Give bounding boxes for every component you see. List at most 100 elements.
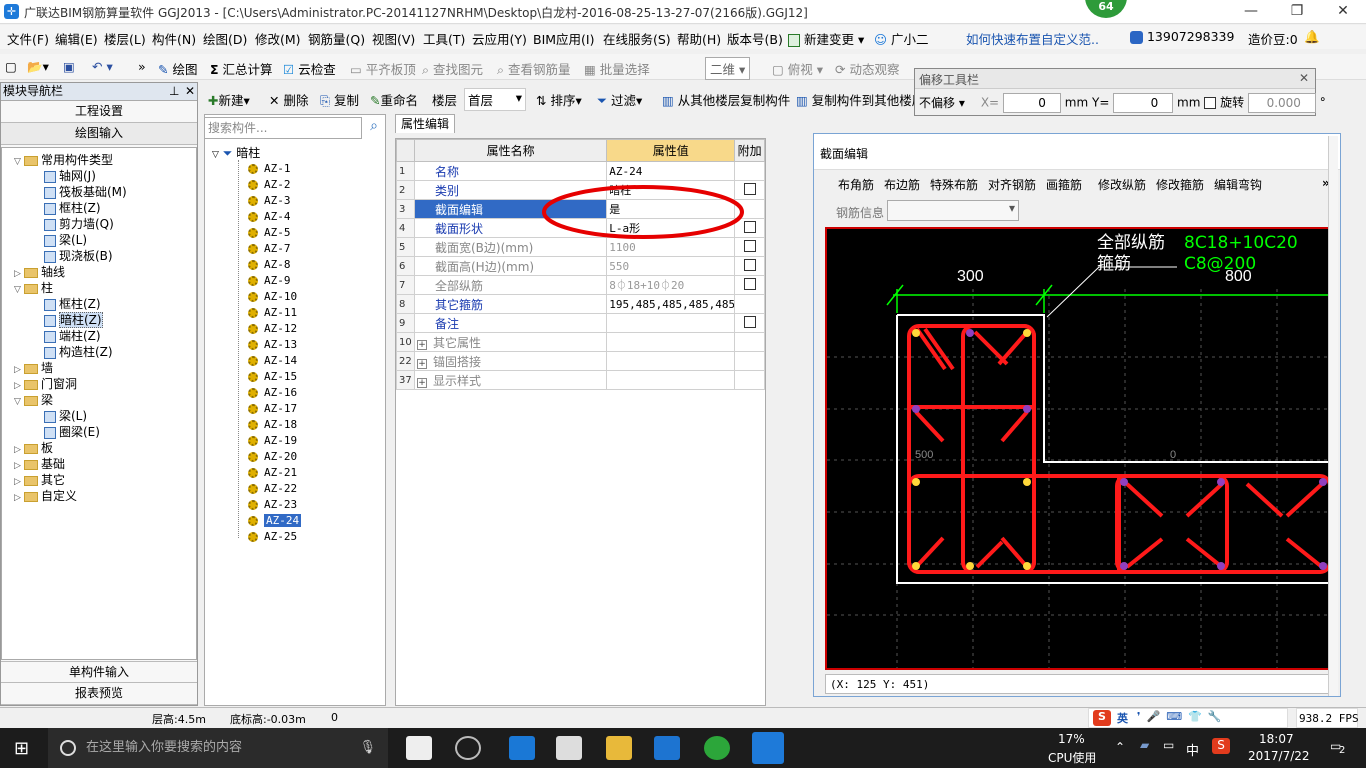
- property-value[interactable]: 550: [606, 256, 736, 276]
- ime-toolbar[interactable]: S 英 ❜🎤⌨👕🔧: [1088, 708, 1288, 728]
- view-2d-select[interactable]: 二维 ▾: [705, 57, 751, 80]
- help-link[interactable]: 如何快速布置自定义范..: [966, 29, 1099, 48]
- section-drawing[interactable]: 300 800 500 0 全部纵筋 8C18+10C20 箍筋 C8@200: [827, 229, 1332, 668]
- property-row[interactable]: 22 + 锚固搭接: [396, 351, 765, 371]
- draw-stirrup-button[interactable]: 画箍筋: [1046, 176, 1082, 193]
- undo-icon[interactable]: ↶ ▾: [92, 59, 113, 74]
- minimize-button[interactable]: —: [1228, 0, 1274, 24]
- component-item[interactable]: AZ-18: [248, 417, 297, 432]
- menu-bim[interactable]: BIM应用(I): [533, 29, 595, 48]
- property-row[interactable]: 37 + 显示样式: [396, 370, 765, 390]
- tree-item[interactable]: 暗柱(Z): [44, 312, 103, 328]
- tree-item[interactable]: ▷ 其它: [14, 472, 65, 488]
- menu-rebar-qty[interactable]: 钢筋量(Q): [308, 29, 365, 48]
- offset-close-icon[interactable]: ✕: [1299, 71, 1309, 85]
- component-item[interactable]: AZ-21: [248, 465, 297, 480]
- modify-stirrup-button[interactable]: 修改箍筋: [1156, 176, 1204, 193]
- expand-plus-icon[interactable]: +: [416, 377, 427, 388]
- level-slab-button[interactable]: ▭ 平齐板顶: [350, 59, 416, 78]
- rename-button[interactable]: ✎重命名: [370, 90, 418, 109]
- component-item[interactable]: AZ-13: [248, 337, 297, 352]
- offset-mode-select[interactable]: 不偏移 ▾: [919, 94, 977, 111]
- open-folder-icon[interactable]: 📂▾: [27, 59, 49, 75]
- new-file-icon[interactable]: ▢: [5, 59, 17, 74]
- tree-item[interactable]: 框柱(Z): [44, 296, 101, 312]
- tree-item[interactable]: 筏板基础(M): [44, 184, 127, 200]
- edge-rebar-button[interactable]: 布边筋: [884, 176, 920, 193]
- menu-draw[interactable]: 绘图(D): [203, 29, 247, 48]
- extra-checkbox[interactable]: [743, 239, 756, 252]
- top-view-button[interactable]: ▢ 俯视 ▾: [772, 59, 823, 78]
- green-app-icon[interactable]: [704, 736, 730, 760]
- tree-item[interactable]: ▽ 常用构件类型: [14, 152, 113, 168]
- tree-item[interactable]: ▷ 板: [14, 440, 53, 456]
- tree-item[interactable]: 构造柱(Z): [44, 344, 113, 360]
- copy-to-floor-button[interactable]: ▥ 复制构件到其他楼层: [796, 90, 924, 109]
- new-component-button[interactable]: ✚新建▾: [208, 90, 250, 109]
- menu-cloud[interactable]: 云应用(Y): [472, 29, 527, 48]
- rotate-input[interactable]: 0.000: [1247, 93, 1316, 113]
- view-rebar-button[interactable]: ⌕ 查看钢筋量: [497, 59, 571, 78]
- component-search-input[interactable]: 搜索构件...: [204, 117, 362, 139]
- component-item[interactable]: AZ-5: [248, 225, 291, 240]
- collapse-icon[interactable]: ▽: [14, 394, 24, 410]
- report-preview-button[interactable]: 报表预览: [1, 683, 197, 705]
- guangxiaoer-button[interactable]: ☺ 广小二: [874, 29, 929, 48]
- menu-floor[interactable]: 楼层(L): [104, 29, 146, 48]
- summary-calc-button[interactable]: Σ 汇总计算: [210, 59, 273, 78]
- section-canvas[interactable]: 300 800 500 0 全部纵筋 8C18+10C20 箍筋 C8@200: [825, 227, 1332, 670]
- expand-plus-icon[interactable]: +: [416, 339, 427, 350]
- tray-up-icon[interactable]: ⌃: [1115, 740, 1125, 754]
- menu-file[interactable]: 文件(F): [7, 29, 49, 48]
- property-row[interactable]: 10 + 其它属性: [396, 332, 765, 352]
- special-rebar-button[interactable]: 特殊布筋: [930, 176, 978, 193]
- property-row[interactable]: 8 其它箍筋 195,485,485,485,485,: [396, 294, 765, 314]
- menu-tools[interactable]: 工具(T): [423, 29, 465, 48]
- windows-start-icon[interactable]: ⊞: [14, 738, 29, 759]
- property-row[interactable]: 7 全部纵筋 8⏀18+10⏀20: [396, 275, 765, 295]
- copy-from-floor-button[interactable]: ▥ 从其他楼层复制构件: [662, 90, 790, 109]
- component-item[interactable]: AZ-23: [248, 497, 297, 512]
- menu-component[interactable]: 构件(N): [152, 29, 196, 48]
- component-item[interactable]: AZ-4: [248, 209, 291, 224]
- ggj-app-icon[interactable]: [752, 732, 784, 764]
- find-element-button[interactable]: ⌕ 查找图元: [422, 59, 483, 78]
- project-settings-button[interactable]: 工程设置: [1, 101, 197, 123]
- component-item[interactable]: AZ-25: [248, 529, 297, 544]
- collapse-icon[interactable]: ▽: [14, 154, 24, 170]
- corner-rebar-button[interactable]: 布角筋: [838, 176, 874, 193]
- single-component-input-button[interactable]: 单构件输入: [1, 661, 197, 683]
- batch-select-button[interactable]: ▦ 批量选择: [584, 59, 650, 78]
- component-item[interactable]: AZ-2: [248, 177, 291, 192]
- menu-view[interactable]: 视图(V): [372, 29, 415, 48]
- pin-icon[interactable]: ⊥: [169, 83, 179, 100]
- orbit-button[interactable]: ⟳ 动态观察: [835, 59, 899, 78]
- mic-icon[interactable]: 🎙: [359, 728, 376, 768]
- tree-item[interactable]: 梁(L): [44, 232, 87, 248]
- property-value[interactable]: [606, 351, 736, 371]
- tree-item[interactable]: ▽ 柱: [14, 280, 53, 296]
- tree-item[interactable]: ▽ 梁: [14, 392, 53, 408]
- component-item[interactable]: AZ-16: [248, 385, 297, 400]
- property-value[interactable]: [606, 370, 736, 390]
- component-item[interactable]: AZ-24: [248, 513, 302, 528]
- new-change-button[interactable]: 新建变更 ▾: [788, 29, 864, 48]
- property-row[interactable]: 9 备注: [396, 313, 765, 333]
- extra-checkbox[interactable]: [743, 258, 756, 271]
- nvidia-icon[interactable]: ▰: [1140, 738, 1149, 752]
- draw-button[interactable]: ✎ 绘图: [158, 59, 197, 78]
- tab-property-edit[interactable]: 属性编辑: [395, 114, 455, 133]
- price-beans[interactable]: 造价豆:0: [1248, 29, 1298, 48]
- component-item[interactable]: AZ-14: [248, 353, 297, 368]
- tree-item[interactable]: 端柱(Z): [44, 328, 101, 344]
- property-row[interactable]: 1 名称 AZ-24: [396, 161, 765, 181]
- nav-close-icon[interactable]: ✕: [185, 83, 195, 100]
- taskbar-search-input[interactable]: 在这里输入你要搜索的内容 🎙: [48, 728, 388, 768]
- align-rebar-button[interactable]: 对齐钢筋: [988, 176, 1036, 193]
- bell-icon[interactable]: 🔔: [1304, 29, 1320, 45]
- component-item[interactable]: AZ-11: [248, 305, 297, 320]
- menu-edit[interactable]: 编辑(E): [55, 29, 98, 48]
- tree-item[interactable]: ▷ 门窗洞: [14, 376, 77, 392]
- floor-select[interactable]: 首层 ▾: [464, 88, 526, 111]
- restore-button[interactable]: ❐: [1274, 0, 1320, 24]
